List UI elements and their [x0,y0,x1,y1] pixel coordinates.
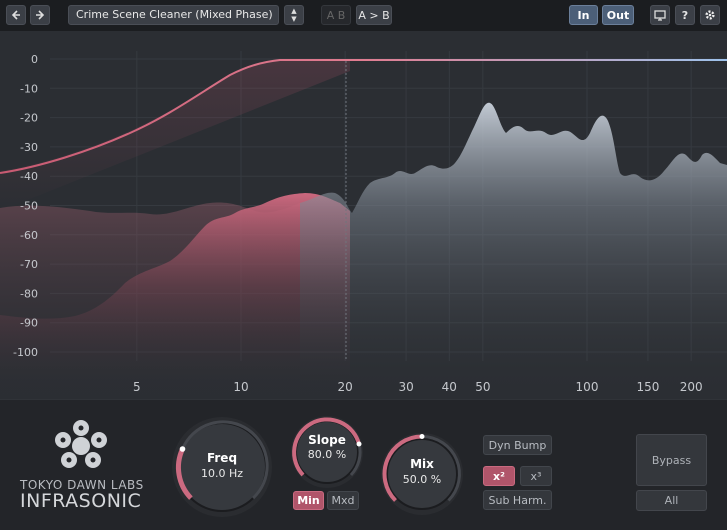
mix-value: 50.0 % [402,473,442,486]
y-tick-label: 0 [31,53,38,66]
preset-stepper[interactable]: ▲ ▼ [284,5,304,25]
display-button[interactable] [650,5,670,25]
y-tick-label: -80 [20,287,38,300]
mixed-phase-button[interactable]: Mxd [327,491,359,510]
x-tick-label: 20 [338,380,353,394]
help-button[interactable]: ? [675,5,695,25]
preset-selector[interactable]: Crime Scene Cleaner (Mixed Phase) [68,5,279,25]
freq-value: 10.0 Hz [200,467,244,480]
x-tick-label: 50 [475,380,490,394]
slope-value: 80.0 % [307,448,347,461]
settings-button[interactable] [700,5,720,25]
arrow-right-icon [36,10,45,20]
x-tick-label: 5 [133,380,141,394]
copy-a-to-b-button[interactable]: A > B [356,5,392,25]
y-tick-label: -70 [20,258,38,271]
top-toolbar: Crime Scene Cleaner (Mixed Phase) ▲ ▼ A … [0,0,727,32]
spectrum-graph[interactable]: 0 -10 -20 -30 -40 -50 -60 -70 -80 -90 -100 5 10 20 30… [0,31,727,399]
x-tick-label: 200 [680,380,703,394]
y-tick-label: -60 [20,229,38,242]
mix-label: Mix [410,457,434,471]
harmonics-x2-button[interactable]: x² [483,466,515,486]
filter-curve-fill [0,60,350,211]
dyn-bump-button[interactable]: Dyn Bump [483,435,552,455]
y-tick-label: -50 [20,200,38,213]
freq-label: Freq [206,451,238,465]
x-tick-label: 30 [398,380,413,394]
slope-label: Slope [308,433,346,447]
bypass-button[interactable]: Bypass [636,434,707,486]
min-phase-button[interactable]: Min [293,491,324,510]
y-tick-label: -100 [13,346,38,359]
y-tick-label: -30 [20,141,38,154]
forward-button[interactable] [30,5,50,25]
chevron-up-icon[interactable]: ▲ [285,7,303,15]
harmonics-x3-button[interactable]: x³ [520,466,552,486]
sub-harmonics-button[interactable]: Sub Harm. [483,490,552,510]
x-tick-label: 40 [442,380,457,394]
monitor-icon [654,9,666,21]
y-tick-label: -10 [20,82,38,95]
y-tick-label: -90 [20,317,38,330]
x-tick-label: 100 [576,380,599,394]
bypass-all-button[interactable]: All [636,490,707,511]
x-tick-label: 150 [636,380,659,394]
product-name: INFRASONIC [20,490,142,512]
arrow-left-icon [11,10,20,20]
back-button[interactable] [6,5,26,25]
ab-toggle-button[interactable]: A B [321,5,351,25]
gear-icon [705,10,715,20]
y-tick-label: -40 [20,170,38,183]
tdl-flower-logo-icon [55,420,107,468]
x-tick-label: 10 [233,380,248,394]
y-tick-label: -20 [20,112,38,125]
output-meter-button[interactable]: Out [602,5,634,25]
chevron-down-icon[interactable]: ▼ [285,15,303,23]
input-meter-button[interactable]: In [569,5,598,25]
spectrum-graph-svg: 0 -10 -20 -30 -40 -50 -60 -70 -80 -90 -100 5 10 20 30… [0,51,727,399]
